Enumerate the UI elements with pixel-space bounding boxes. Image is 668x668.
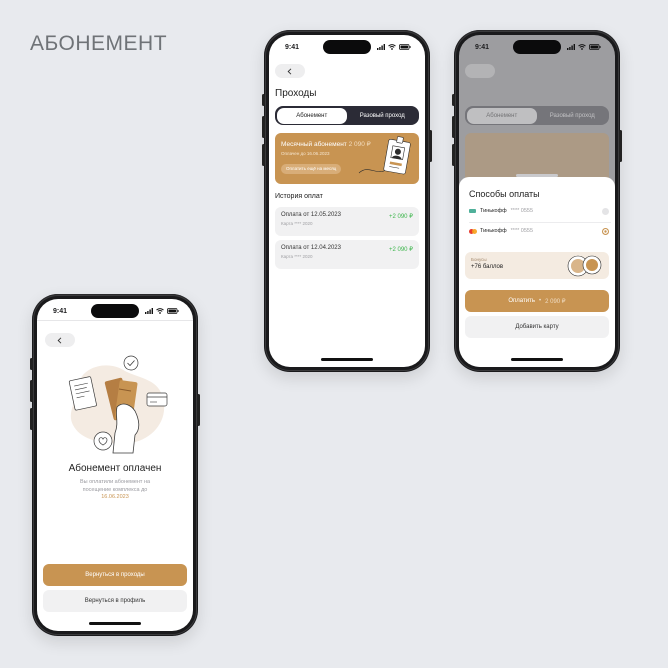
back-chevron-icon: [287, 67, 292, 75]
card-masked: **** 0555: [510, 208, 533, 214]
radio-unselected[interactable]: [602, 207, 609, 215]
heart-icon: [93, 431, 113, 451]
screen: 9:41 Абонемент Разовый проход Способы оп…: [459, 35, 615, 367]
payment-amount: +2 090 ₽: [388, 214, 413, 220]
phone-success: 9:41 Абонемент оплачен Вы оплатили абоне…: [30, 294, 200, 636]
pay-button-amount: 2 090 ₽: [545, 298, 566, 305]
back-button[interactable]: [45, 333, 75, 347]
tab-subscription[interactable]: Абонемент: [276, 107, 347, 124]
pay-button-label: Оплатить: [508, 298, 535, 304]
home-indicator: [511, 358, 563, 361]
payment-card: Карта **** 2020: [281, 254, 313, 259]
battery-icon: [167, 308, 179, 314]
payment-method-row[interactable]: Тинькофф **** 0555: [469, 221, 611, 241]
screen-title: Проходы: [275, 88, 317, 99]
phone-payment-methods: 9:41 Абонемент Разовый проход Способы оп…: [452, 30, 622, 372]
radio-selected[interactable]: [602, 227, 609, 235]
wifi-icon: [578, 44, 586, 50]
subscription-paid-until: Оплачен до 16.06.2023: [281, 151, 330, 156]
bg-tab-single-pass: Разовый проход: [549, 112, 595, 119]
battery-icon: [589, 44, 601, 50]
payment-card: Карта **** 2020: [281, 221, 313, 226]
dynamic-island: [513, 40, 561, 54]
bonus-card[interactable]: Бонусы +76 баллов: [465, 252, 609, 279]
dynamic-island: [323, 40, 371, 54]
payment-methods-sheet: Способы оплаты Тинькофф **** 0555 Тинько…: [459, 174, 615, 367]
wifi-icon: [388, 44, 396, 50]
page-title: АБОНЕМЕНТ: [30, 32, 168, 55]
coins-icon: [567, 255, 602, 277]
pass-type-tabs: Абонемент Разовый проход: [275, 106, 419, 125]
payment-method-row[interactable]: Тинькофф **** 0555: [469, 201, 611, 221]
pay-button[interactable]: Оплатить • 2 090 ₽: [465, 290, 609, 312]
success-subtitle-1: Вы оплатили абонемент на: [79, 479, 151, 485]
back-to-profile-button[interactable]: Вернуться в профиль: [43, 590, 187, 612]
back-to-passes-button[interactable]: Вернуться в проходы: [43, 564, 187, 586]
sheet-title: Способы оплаты: [469, 189, 540, 199]
status-time: 9:41: [475, 43, 490, 51]
badge-icon: [358, 136, 411, 175]
success-title: Абонемент оплачен: [68, 463, 162, 474]
screen: 9:41 Проходы Абонемент Разовый проход Ме…: [269, 35, 425, 367]
home-indicator: [321, 358, 373, 361]
bank-logo-icon: [469, 209, 476, 213]
payment-row[interactable]: Оплата от 12.05.2023 Карта **** 2020 +2 …: [275, 207, 419, 236]
bank-name: Тинькофф: [480, 208, 507, 214]
success-date: 16.06.2023: [101, 494, 129, 500]
bg-tab-subscription: Абонемент: [466, 107, 537, 124]
subscription-card: Месячный абонемент 2 090 ₽ Оплачен до 16…: [275, 133, 419, 184]
dynamic-island: [91, 304, 139, 318]
card-masked: **** 0555: [510, 228, 533, 234]
phone-passes: 9:41 Проходы Абонемент Разовый проход Ме…: [262, 30, 432, 372]
bonus-value: +76 баллов: [471, 264, 504, 270]
wifi-icon: [156, 308, 164, 314]
back-button[interactable]: [275, 64, 305, 78]
payment-amount: +2 090 ₽: [388, 247, 413, 253]
success-subtitle-2: посещение комплекса до: [82, 486, 148, 493]
check-icon: [123, 355, 139, 371]
bank-name: Тинькофф: [480, 228, 507, 234]
status-time: 9:41: [53, 307, 68, 315]
battery-icon: [399, 44, 411, 50]
signal-icon: [377, 44, 385, 50]
pay-another-month-button[interactable]: Оплатить ещё на месяц: [281, 164, 342, 174]
add-card-button[interactable]: Добавить карту: [465, 316, 609, 338]
payment-row[interactable]: Оплата от 12.04.2023 Карта **** 2020 +2 …: [275, 240, 419, 269]
payment-illustration: [68, 355, 168, 454]
signal-icon: [567, 44, 575, 50]
subscription-title: Месячный абонемент: [281, 141, 347, 148]
signal-icon: [145, 308, 153, 314]
home-indicator: [89, 622, 141, 625]
history-title: История оплат: [275, 193, 323, 200]
status-time: 9:41: [285, 43, 300, 51]
mastercard-icon: [469, 228, 477, 234]
card-icon: [146, 392, 168, 407]
screen: 9:41 Абонемент оплачен Вы оплатили абоне…: [37, 299, 193, 631]
bonus-label: Бонусы: [471, 257, 487, 262]
sheet-handle[interactable]: [516, 174, 558, 177]
back-chevron-icon: [57, 336, 62, 344]
tab-single-pass[interactable]: Разовый проход: [347, 108, 418, 124]
